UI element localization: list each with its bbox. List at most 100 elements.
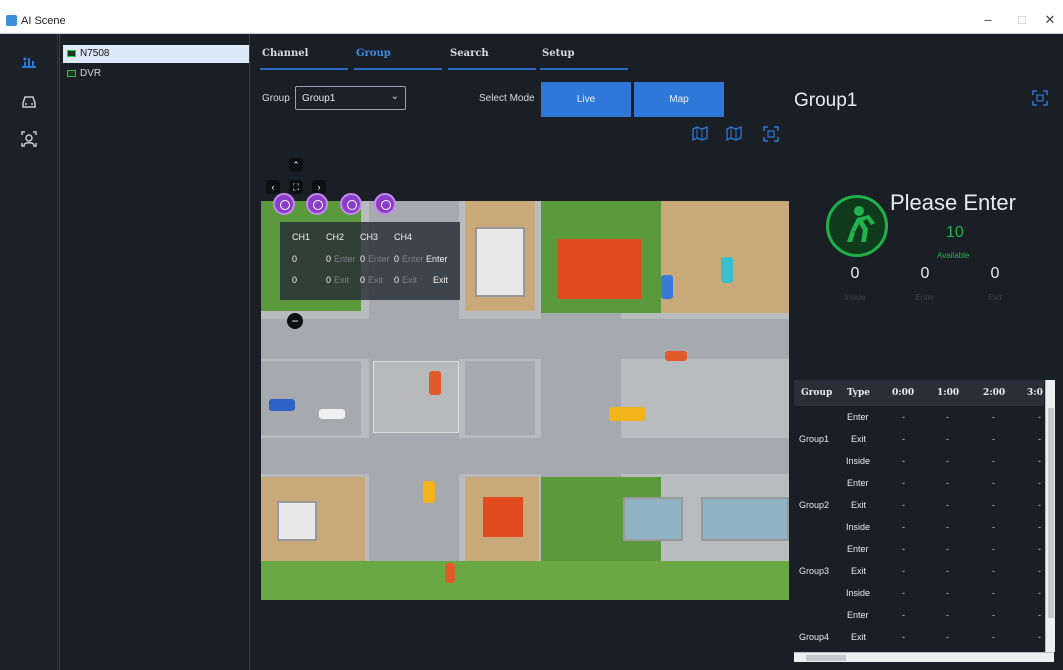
- vehicle-icon[interactable]: [19, 91, 39, 111]
- select-mode-label: Select Mode: [479, 93, 535, 104]
- header-type: Type: [847, 388, 870, 398]
- maximize-button[interactable]: □: [1012, 12, 1032, 27]
- row-value: -: [946, 610, 949, 620]
- table-row[interactable]: Enter - - - -: [794, 406, 1044, 428]
- inside-count: 0: [850, 265, 860, 282]
- row-group: Group2: [799, 500, 830, 510]
- row-value: -: [1038, 456, 1041, 466]
- fullscreen-icon[interactable]: [1032, 90, 1048, 106]
- row-type: Enter: [847, 478, 869, 488]
- device-item-n7508[interactable]: N7508: [63, 45, 249, 63]
- row-value: -: [946, 544, 949, 554]
- exit-count: 0: [990, 265, 1000, 282]
- row-value: -: [946, 632, 949, 642]
- row-value: -: [946, 478, 949, 488]
- table-row[interactable]: Enter - - - -: [794, 538, 1044, 560]
- table-row[interactable]: Group4 Exit - - - -: [794, 626, 1044, 648]
- pan-up-button[interactable]: ⌃: [289, 158, 303, 172]
- channel-enter-value: 0: [292, 254, 298, 264]
- device-item-dvr[interactable]: DVR: [63, 65, 249, 83]
- row-value: -: [1038, 610, 1041, 620]
- row-value: -: [902, 544, 905, 554]
- table-row[interactable]: Group1 Exit - - - -: [794, 428, 1044, 450]
- table-row[interactable]: Enter - - - -: [794, 604, 1044, 626]
- row-value: -: [1038, 632, 1041, 642]
- row-value: -: [946, 522, 949, 532]
- row-type: Enter: [847, 610, 869, 620]
- table-row[interactable]: Inside - - - -: [794, 582, 1044, 604]
- row-value: -: [992, 610, 995, 620]
- enter-label: Enter: [426, 254, 448, 264]
- row-value: -: [902, 588, 905, 598]
- map-icon[interactable]: [726, 126, 742, 142]
- row-value: -: [992, 478, 995, 488]
- table-row[interactable]: Group3 Exit - - - -: [794, 560, 1044, 582]
- people-counting-icon[interactable]: [19, 53, 39, 73]
- center-button[interactable]: ⛶: [289, 180, 303, 194]
- map-button[interactable]: Map: [634, 82, 724, 117]
- camera-pin-ch1[interactable]: [273, 193, 295, 215]
- map-add-icon[interactable]: [692, 126, 708, 142]
- channel-exit-value: 0: [360, 275, 366, 285]
- row-type: Inside: [846, 456, 871, 466]
- row-group: Group3: [799, 566, 830, 576]
- table-vertical-scrollbar[interactable]: [1045, 380, 1055, 652]
- table-row[interactable]: Inside - - - -: [794, 516, 1044, 538]
- camera-pin-ch4[interactable]: [374, 193, 396, 215]
- row-value: -: [992, 632, 995, 642]
- row-type: Enter: [847, 544, 869, 554]
- tab-setup[interactable]: Setup: [540, 48, 628, 70]
- camera-pin-ch2[interactable]: [306, 193, 328, 215]
- channel-exit-value: 0: [394, 275, 400, 285]
- group-label: Group: [262, 93, 290, 104]
- table-row[interactable]: Enter - - - -: [794, 472, 1044, 494]
- channel-exit-value: 0: [326, 275, 332, 285]
- face-scan-icon[interactable]: [19, 129, 39, 149]
- exit-label: Exit: [433, 275, 449, 285]
- group-select[interactable]: Group1 ⌄: [295, 86, 406, 110]
- row-value: -: [902, 412, 905, 422]
- minimize-button[interactable]: –: [978, 12, 998, 27]
- channel-enter-word: Enter: [334, 254, 356, 264]
- row-type: Inside: [846, 522, 871, 532]
- tab-group[interactable]: Group: [354, 48, 442, 70]
- row-type: Enter: [847, 412, 869, 422]
- row-type: Inside: [846, 588, 871, 598]
- header-hour: 3:0: [1027, 388, 1043, 398]
- channel-label-ch1: CH1: [292, 232, 311, 242]
- channel-exit-word: Exit: [334, 275, 350, 285]
- tab-channel[interactable]: Channel: [260, 48, 348, 70]
- pan-left-button[interactable]: ‹: [266, 180, 280, 194]
- live-button[interactable]: Live: [541, 82, 631, 117]
- row-value: -: [946, 456, 949, 466]
- row-type: Exit: [851, 566, 867, 576]
- zoom-out-button[interactable]: −: [287, 313, 303, 329]
- group-title: Group1: [794, 90, 858, 111]
- row-group: Group4: [799, 632, 830, 642]
- app-icon: [6, 15, 17, 26]
- row-value: -: [946, 434, 949, 444]
- pan-right-button[interactable]: ›: [312, 180, 326, 194]
- status-message: Please Enter: [890, 190, 1016, 215]
- table-horizontal-scrollbar[interactable]: [794, 652, 1054, 662]
- device-label: DVR: [80, 68, 102, 79]
- row-value: -: [902, 478, 905, 488]
- left-rail: [0, 34, 58, 670]
- window-title: AI Scene: [21, 15, 66, 27]
- fit-screen-icon[interactable]: [763, 126, 779, 142]
- close-button[interactable]: ✕: [1040, 12, 1060, 28]
- row-value: -: [902, 632, 905, 642]
- row-value: -: [902, 610, 905, 620]
- row-value: -: [1038, 522, 1041, 532]
- row-value: -: [946, 412, 949, 422]
- chevron-down-icon: ⌄: [390, 91, 399, 102]
- table-row[interactable]: Group2 Exit - - - -: [794, 494, 1044, 516]
- row-value: -: [902, 434, 905, 444]
- channel-exit-value: 0: [292, 275, 298, 285]
- row-value: -: [992, 412, 995, 422]
- camera-pin-ch3[interactable]: [340, 193, 362, 215]
- tab-search[interactable]: Search: [448, 48, 536, 70]
- table-row[interactable]: Inside - - - -: [794, 450, 1044, 472]
- row-value: -: [992, 500, 995, 510]
- channel-enter-word: Enter: [368, 254, 390, 264]
